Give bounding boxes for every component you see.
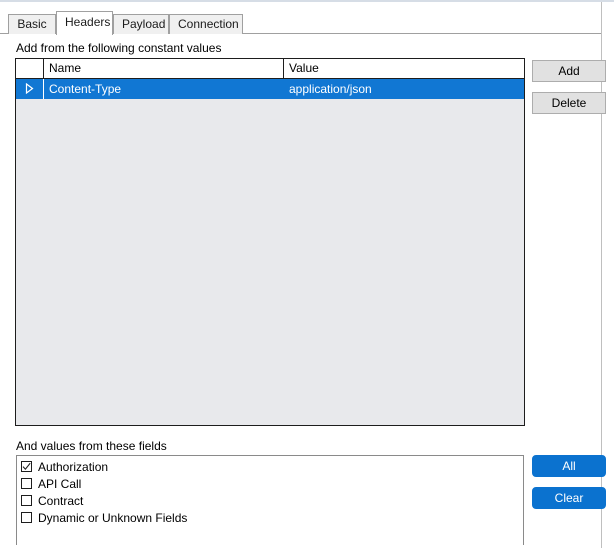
select-all-button[interactable]: All (532, 455, 606, 477)
list-item[interactable]: Contract (21, 493, 83, 510)
checkbox-unchecked-icon[interactable] (21, 478, 32, 489)
constant-values-label: Add from the following constant values (16, 41, 222, 55)
grid-column-header-gutter (16, 59, 44, 78)
list-item[interactable]: API Call (21, 476, 81, 493)
checkbox-unchecked-icon[interactable] (21, 512, 32, 523)
grid-header-row: Name Value (16, 59, 524, 79)
grid-column-header-value[interactable]: Value (284, 59, 524, 78)
current-row-triangle-icon (25, 82, 34, 96)
window-top-divider (0, 0, 614, 2)
tab-basic[interactable]: Basic (8, 14, 56, 34)
tab-payload[interactable]: Payload (113, 14, 169, 34)
grid-column-header-name[interactable]: Name (44, 59, 284, 78)
cell-header-name[interactable]: Content-Type (44, 79, 284, 99)
add-button[interactable]: Add (532, 60, 606, 82)
cell-header-value[interactable]: application/json (284, 79, 524, 99)
list-item[interactable]: Dynamic or Unknown Fields (21, 510, 187, 527)
tab-bar: Basic Headers Payload Connection (0, 9, 601, 35)
headers-data-grid[interactable]: Name Value Content-Type application/json (15, 58, 525, 426)
row-gutter[interactable] (16, 79, 44, 99)
list-item[interactable]: Authorization (21, 459, 108, 476)
checkbox-unchecked-icon[interactable] (21, 495, 32, 506)
tab-connection[interactable]: Connection (169, 14, 243, 34)
tab-headers[interactable]: Headers (56, 11, 113, 35)
fields-checkbox-list[interactable]: Authorization API Call Contract Dynamic … (16, 455, 524, 545)
list-item-label: Authorization (38, 460, 109, 474)
fields-label: And values from these fields (16, 439, 167, 453)
list-item-label: Contract (38, 494, 84, 508)
list-item-label: Dynamic or Unknown Fields (38, 511, 188, 525)
table-row[interactable]: Content-Type application/json (16, 79, 524, 99)
delete-button[interactable]: Delete (532, 92, 606, 114)
clear-selection-button[interactable]: Clear (532, 487, 606, 509)
list-item-label: API Call (38, 477, 82, 491)
checkbox-checked-icon[interactable] (21, 461, 32, 472)
headers-settings-panel: Basic Headers Payload Connection Add fro… (0, 0, 614, 548)
